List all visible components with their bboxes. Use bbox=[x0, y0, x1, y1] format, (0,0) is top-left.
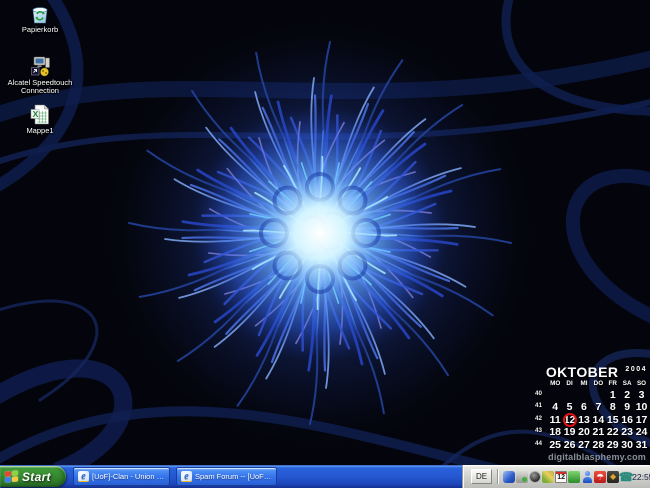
tray-icon-row: 12 ☂ ◆ ☎ bbox=[503, 471, 632, 483]
calendar-day-icon[interactable]: 12 bbox=[555, 471, 567, 483]
taskbar-window-button-spam-forum[interactable]: e Spam Forum -- [UoF]-... bbox=[176, 467, 277, 486]
cal-day: 14 bbox=[591, 414, 605, 426]
cal-day-header: DO bbox=[591, 380, 605, 389]
cal-day-header: DI bbox=[562, 380, 576, 389]
cal-day: 22 bbox=[606, 426, 620, 438]
antivirus-umbrella-icon[interactable]: ☂ bbox=[594, 471, 606, 483]
cal-day: 26 bbox=[562, 439, 576, 451]
cal-day: 24 bbox=[634, 426, 648, 438]
red-circle-annotation bbox=[563, 413, 577, 427]
taskbar: Start e [UoF]-Clan - Union of... e Spam … bbox=[0, 465, 650, 488]
cal-day: 6 bbox=[577, 401, 591, 413]
desktop-icon-label: Papierkorb bbox=[1, 26, 79, 34]
cal-day-header: SA bbox=[620, 380, 634, 389]
cal-day: 7 bbox=[591, 401, 605, 413]
cal-day-highlighted: 12 bbox=[562, 414, 576, 426]
cal-day: 13 bbox=[577, 414, 591, 426]
language-indicator[interactable]: DE bbox=[471, 469, 492, 484]
cal-day: 21 bbox=[591, 426, 605, 438]
calendar-year: 2004 bbox=[625, 366, 647, 373]
windows-messenger-icon[interactable] bbox=[503, 471, 515, 483]
cal-day: 16 bbox=[620, 414, 634, 426]
cal-day: 11 bbox=[548, 414, 562, 426]
taskbar-window-button-uof-clan[interactable]: e [UoF]-Clan - Union of... bbox=[73, 467, 170, 486]
desktop-area: Papierkorb Alcatel Speedtouch Connection bbox=[0, 0, 650, 465]
cal-day: 31 bbox=[634, 439, 648, 451]
cal-day-header: MO bbox=[548, 380, 562, 389]
gold-diamond-icon[interactable]: ◆ bbox=[607, 471, 619, 483]
cal-day: 5 bbox=[562, 401, 576, 413]
dialup-connection-icon bbox=[1, 56, 79, 77]
internet-explorer-icon: e bbox=[181, 471, 192, 482]
cal-week-number: 42 bbox=[535, 414, 548, 426]
system-tray: DE 12 ☂ ◆ ☎ 22:55 bbox=[462, 465, 650, 488]
cal-week-number: 41 bbox=[535, 401, 548, 413]
cal-day: 3 bbox=[634, 389, 648, 401]
cal-week-number: 43 bbox=[535, 426, 548, 438]
recycle-bin-icon bbox=[1, 3, 79, 24]
desktop-icon-alcatel-speedtouch[interactable]: Alcatel Speedtouch Connection bbox=[1, 56, 79, 95]
cal-week-number: 40 bbox=[535, 389, 548, 401]
teal-phone-icon[interactable]: ☎ bbox=[620, 471, 632, 483]
cal-day bbox=[562, 389, 576, 401]
cal-day-header: MI bbox=[577, 380, 591, 389]
cal-day: 9 bbox=[620, 401, 634, 413]
cal-day: 15 bbox=[606, 414, 620, 426]
start-button-label: Start bbox=[22, 470, 51, 484]
yellow-swirl-icon[interactable] bbox=[542, 471, 554, 483]
desktop-icon-mappe1[interactable]: X Mappe1 bbox=[1, 104, 79, 135]
window-button-label: Spam Forum -- [UoF]-... bbox=[195, 472, 272, 481]
cal-day-header: SO bbox=[634, 380, 648, 389]
desktop-icon-label: Mappe1 bbox=[1, 127, 79, 135]
desktop-icon-label: Alcatel Speedtouch Connection bbox=[1, 79, 79, 95]
calendar-month-title: OKTOBER bbox=[546, 364, 619, 380]
cal-day: 8 bbox=[606, 401, 620, 413]
cal-day: 30 bbox=[620, 439, 634, 451]
wallpaper-credit: digitalblasphemy.com bbox=[548, 452, 646, 462]
windows-flag-icon bbox=[5, 470, 18, 483]
calendar-grid: MO DI MI DO FR SA SO 40 1 2 3 41 4 5 6 7 bbox=[535, 380, 649, 451]
cal-day: 19 bbox=[562, 426, 576, 438]
cal-day: 23 bbox=[620, 426, 634, 438]
contact-person-icon[interactable] bbox=[581, 471, 593, 483]
start-button[interactable]: Start bbox=[0, 466, 66, 487]
cal-day: 29 bbox=[606, 439, 620, 451]
cal-day: 2 bbox=[620, 389, 634, 401]
svg-text:X: X bbox=[33, 109, 39, 119]
round-app-icon[interactable] bbox=[529, 471, 541, 483]
cal-day: 27 bbox=[577, 439, 591, 451]
cal-day bbox=[591, 389, 605, 401]
cal-day: 1 bbox=[606, 389, 620, 401]
cal-week-number: 44 bbox=[535, 439, 548, 451]
window-button-label: [UoF]-Clan - Union of... bbox=[92, 472, 165, 481]
calendar-widget: OKTOBER 2004 MO DI MI DO FR SA SO 40 1 2… bbox=[535, 364, 649, 451]
cal-day: 10 bbox=[634, 401, 648, 413]
cal-day: 20 bbox=[577, 426, 591, 438]
cal-day: 28 bbox=[591, 439, 605, 451]
cal-day: 18 bbox=[548, 426, 562, 438]
internet-explorer-icon: e bbox=[78, 471, 89, 482]
cal-day: 25 bbox=[548, 439, 562, 451]
desktop-icon-recycle-bin[interactable]: Papierkorb bbox=[1, 3, 79, 34]
tray-divider bbox=[497, 469, 499, 484]
taskbar-clock[interactable]: 22:55 bbox=[632, 472, 650, 482]
cal-day: 17 bbox=[634, 414, 648, 426]
system-utility-icon[interactable] bbox=[516, 471, 528, 483]
cal-day-header: FR bbox=[606, 380, 620, 389]
green-app-icon[interactable] bbox=[568, 471, 580, 483]
windows-xp-desktop: Papierkorb Alcatel Speedtouch Connection bbox=[0, 0, 650, 488]
cal-day: 4 bbox=[548, 401, 562, 413]
cal-day bbox=[548, 389, 562, 401]
excel-file-icon: X bbox=[1, 104, 79, 125]
cal-day bbox=[577, 389, 591, 401]
